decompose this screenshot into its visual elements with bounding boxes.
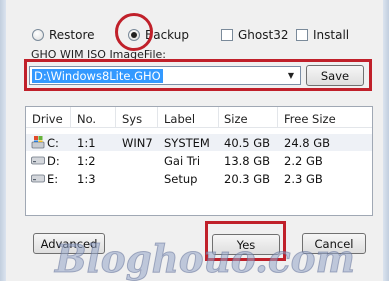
system-drive-icon xyxy=(31,136,45,149)
cancel-button[interactable]: Cancel xyxy=(302,233,366,254)
backup-highlight-circle xyxy=(115,13,153,51)
table-row[interactable]: D: 1:2 Gai Tri 13.8 GB 2.2 GB xyxy=(26,152,372,169)
size-cell: 20.3 GB xyxy=(224,172,271,186)
restore-label: Restore xyxy=(49,28,95,42)
column-header-size[interactable]: Size xyxy=(224,112,248,126)
hard-drive-icon xyxy=(31,156,45,165)
window-frame-left xyxy=(0,0,6,281)
column-separator xyxy=(115,107,116,127)
size-cell: 40.5 GB xyxy=(224,136,271,150)
free-size-cell: 2.2 GB xyxy=(284,154,323,168)
no-cell: 1:2 xyxy=(77,154,96,168)
hard-drive-icon xyxy=(31,174,45,183)
column-separator xyxy=(70,107,71,127)
label-cell: Gai Tri xyxy=(164,154,201,168)
column-header-label[interactable]: Label xyxy=(164,112,195,126)
label-cell: Setup xyxy=(164,172,198,186)
label-cell: SYSTEM xyxy=(164,136,210,150)
table-row[interactable]: C: 1:1 WIN7 SYSTEM 40.5 GB 24.8 GB xyxy=(26,134,372,151)
column-separator xyxy=(157,107,158,127)
free-size-cell: 2.3 GB xyxy=(284,172,323,186)
column-header-sys[interactable]: Sys xyxy=(122,112,142,126)
free-size-cell: 24.8 GB xyxy=(284,136,331,150)
drive-cell: E: xyxy=(47,172,59,186)
install-option[interactable]: Install xyxy=(296,27,349,43)
restore-radio[interactable] xyxy=(32,29,44,41)
window-frame-right xyxy=(383,0,389,281)
column-header-drive[interactable]: Drive xyxy=(32,112,63,126)
advanced-button[interactable]: Advanced xyxy=(33,233,105,254)
no-cell: 1:3 xyxy=(77,172,96,186)
table-row[interactable]: E: 1:3 Setup 20.3 GB 2.3 GB xyxy=(26,170,372,187)
sys-cell: WIN7 xyxy=(122,136,153,150)
column-header-no[interactable]: No. xyxy=(77,112,96,126)
no-cell: 1:1 xyxy=(77,136,96,150)
column-header-free-size[interactable]: Free Size xyxy=(284,112,336,126)
list-header: Drive No. Sys Label Size Free Size xyxy=(26,107,372,128)
drive-cell: D: xyxy=(47,154,60,168)
drive-cell: C: xyxy=(47,136,59,150)
ghost32-checkbox[interactable] xyxy=(221,29,233,41)
ghost32-label: Ghost32 xyxy=(238,28,289,42)
column-separator xyxy=(277,107,278,127)
install-label: Install xyxy=(313,28,350,42)
image-file-highlight-box xyxy=(24,59,372,91)
size-cell: 13.8 GB xyxy=(224,154,271,168)
column-separator xyxy=(218,107,219,127)
restore-option[interactable]: Restore xyxy=(32,27,95,43)
install-checkbox[interactable] xyxy=(296,29,308,41)
ghost32-option[interactable]: Ghost32 xyxy=(221,27,288,43)
partition-list[interactable]: Drive No. Sys Label Size Free Size C: 1:… xyxy=(25,106,373,216)
yes-highlight-box xyxy=(205,221,286,261)
